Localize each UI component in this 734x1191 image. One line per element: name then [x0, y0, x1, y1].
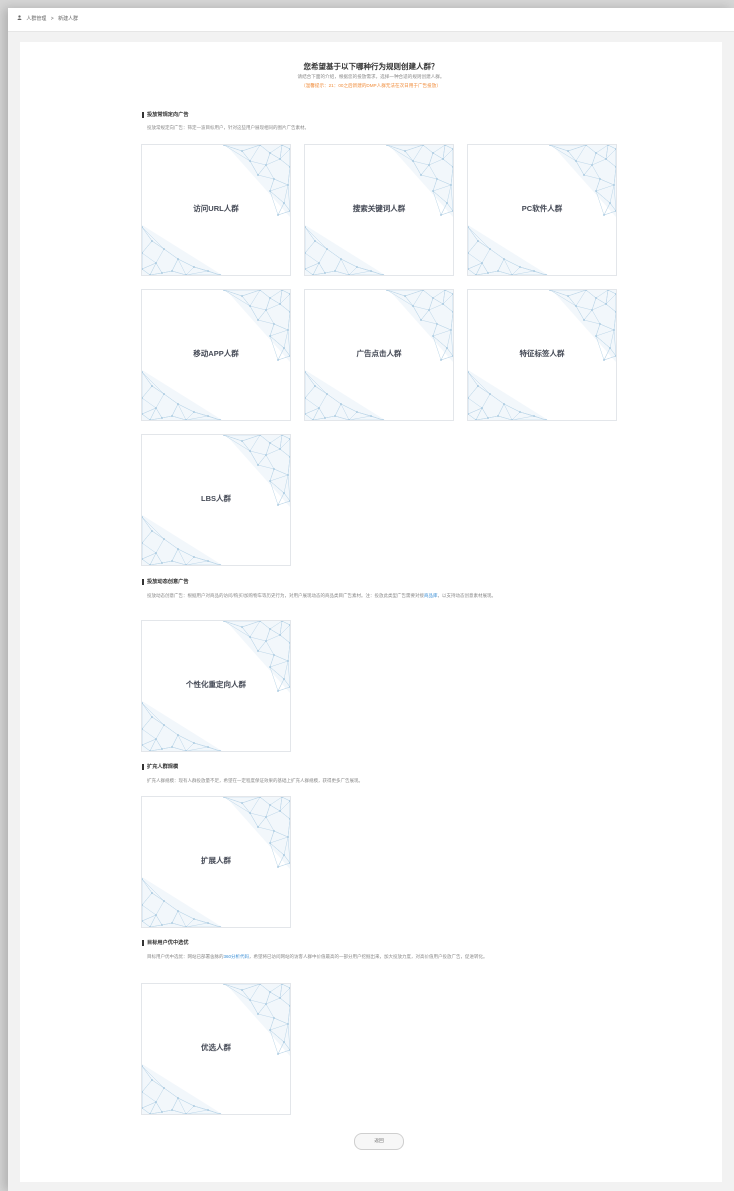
section-title-expand: 扩充人群规模: [142, 764, 178, 770]
tile-keyword-audience[interactable]: 搜索关键词人群: [304, 144, 454, 276]
product-library-link[interactable]: 商品库: [424, 593, 438, 598]
section-desc-optimize: 目标用户优中选优：网站已部署舍脉的360分析代码，希望将已访问网站的访客人群中价…: [147, 953, 625, 960]
tile-label: 广告点击人群: [356, 349, 402, 358]
breadcrumb-root-link[interactable]: 人群管理: [26, 16, 46, 22]
page-subtitle: 请结合下面的介绍，根据您的投放需求，选择一种合适的规则创建人群。: [297, 74, 445, 79]
desc-text: ，希望将已访问网站的访客人群中价值最高的一部分用户挖掘出来，加大投放力度，对高价…: [249, 954, 488, 959]
tile-label: 访问URL人群: [193, 204, 239, 213]
tile-label: 搜索关键词人群: [352, 204, 406, 213]
tile-expand-audience[interactable]: 扩展人群: [141, 796, 291, 928]
section-desc-expand: 扩充人群规模：现有人群投放量不足，希望在一定程度保证效果的基础上扩充人群规模，获…: [147, 778, 363, 783]
breadcrumb: 人群管理 > 新建人群: [17, 8, 81, 31]
tile-label: 优选人群: [201, 1043, 231, 1052]
breadcrumb-current: 新建人群: [58, 16, 79, 22]
top-bar: 人群管理 > 新建人群: [8, 8, 734, 32]
section-title-optimize: 目标用户优中选优: [142, 940, 189, 946]
user-icon: [17, 15, 23, 22]
tile-label: LBS人群: [201, 494, 231, 503]
main-card: 您希望基于以下哪种行为规则创建人群？ 请结合下面的介绍，根据您的投放需求，选择一…: [20, 42, 722, 1182]
tile-label: 个性化重定向人群: [186, 680, 246, 689]
section-title-dynamic-ads: 投放动态创意广告: [142, 579, 189, 585]
app-frame: 人群管理 > 新建人群 您希望基于以下哪种行为规则创建人群？ 请结合下面的介绍，…: [8, 8, 734, 1191]
tile-label: 移动APP人群: [193, 349, 239, 358]
back-button[interactable]: 返回: [354, 1133, 404, 1150]
tile-optimized-audience[interactable]: 优选人群: [141, 983, 291, 1115]
tile-feature-tag-audience[interactable]: 特征标签人群: [467, 289, 617, 421]
tile-pc-software-audience[interactable]: PC软件人群: [467, 144, 617, 276]
breadcrumb-separator: >: [50, 16, 54, 22]
section-desc-dynamic-ads: 投放动态创意广告：根据用户对商品的访问/购买/加购物车等历史行为，对用户展现动态…: [147, 592, 625, 599]
desc-text: ，以支持动态创意素材展现。: [437, 593, 497, 598]
tile-ad-click-audience[interactable]: 广告点击人群: [304, 289, 454, 421]
tile-label: 扩展人群: [201, 856, 231, 865]
tile-url-audience[interactable]: 访问URL人群: [141, 144, 291, 276]
desc-text: 投放动态创意广告：根据用户对商品的访问/购买/加购物车等历史行为，对用户展现动态…: [147, 593, 424, 598]
section-title-regular-ads: 投放常规定向广告: [142, 112, 189, 118]
desc-text: 目标用户优中选优：网站已部署舍脉的: [147, 954, 224, 959]
tile-mobile-app-audience[interactable]: 移动APP人群: [141, 289, 291, 421]
warning-notice: （温馨提示：21：00之后新建的DMP人群无法在次日用于广告投放）: [301, 83, 441, 88]
page-title: 您希望基于以下哪种行为规则创建人群？: [303, 62, 439, 71]
tile-label: 特征标签人群: [519, 349, 565, 358]
tile-retargeting-audience[interactable]: 个性化重定向人群: [141, 620, 291, 752]
analytics-code-link[interactable]: 360分析代码: [224, 954, 250, 959]
tile-lbs-audience[interactable]: LBS人群: [141, 434, 291, 566]
tile-label: PC软件人群: [521, 204, 563, 213]
section-desc-regular-ads: 投放常规定向广告：筛定一波目标用户，针对这些用户展现相同的图片广告素材。: [147, 125, 309, 130]
